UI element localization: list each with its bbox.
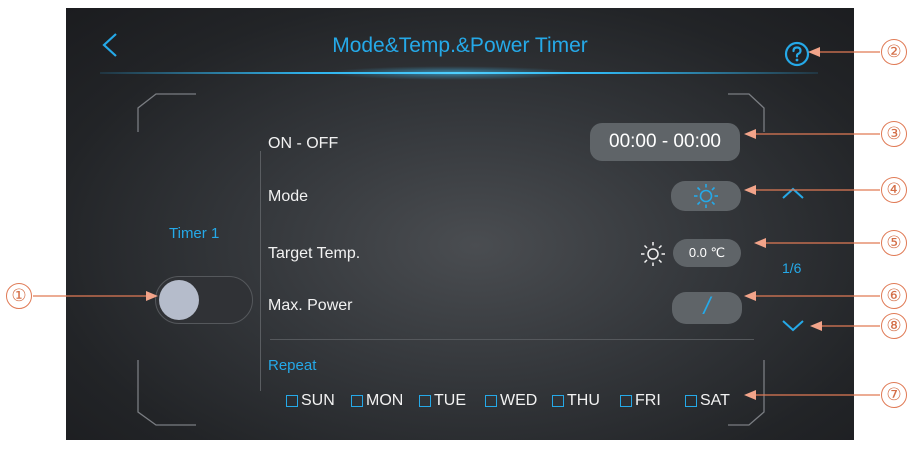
checkbox-icon	[419, 395, 431, 407]
help-button[interactable]	[784, 41, 810, 67]
day-label: SAT	[700, 392, 730, 409]
chevron-down-icon	[782, 320, 804, 332]
day-label: MON	[366, 392, 404, 409]
mode-label: Mode	[268, 188, 309, 205]
checkbox-icon	[685, 395, 697, 407]
repeat-days: SUN MON TUE WED THU FRI SAT	[286, 392, 756, 412]
checkbox-icon	[620, 395, 632, 407]
callout-8: ⑧	[881, 313, 907, 339]
target-temp-button[interactable]: 0.0 ℃	[673, 239, 741, 267]
checkbox-icon	[552, 395, 564, 407]
title-divider	[100, 72, 818, 74]
on-off-label: ON - OFF	[268, 135, 339, 152]
callout-3: ③	[881, 121, 907, 147]
day-label: TUE	[434, 392, 466, 409]
toggle-knob	[159, 280, 199, 320]
callout-7: ⑦	[881, 382, 907, 408]
callout-2: ②	[881, 39, 907, 65]
callout-4: ④	[881, 177, 907, 203]
sun-icon	[641, 242, 665, 266]
day-label: WED	[500, 392, 538, 409]
callout-6: ⑥	[881, 283, 907, 309]
checkbox-icon	[351, 395, 363, 407]
page-indicator: 1/6	[782, 260, 802, 276]
day-label: FRI	[635, 392, 661, 409]
title-bar: Mode&Temp.&Power Timer	[66, 8, 854, 80]
question-circle-icon	[784, 41, 810, 67]
callout-1: ①	[6, 283, 32, 309]
callout-5: ⑤	[881, 230, 907, 256]
page-up-button[interactable]	[781, 186, 805, 200]
timer-toggle[interactable]	[155, 276, 253, 324]
on-off-time-button[interactable]: 00:00 - 00:00	[590, 123, 740, 161]
mode-button[interactable]	[671, 181, 741, 211]
target-temp-label: Target Temp.	[268, 245, 361, 262]
max-power-button[interactable]: /	[672, 292, 742, 324]
day-label: THU	[567, 392, 600, 409]
sun-icon	[694, 184, 718, 208]
max-power-label: Max. Power	[268, 297, 353, 314]
page-title: Mode&Temp.&Power Timer	[332, 34, 588, 57]
checkbox-icon	[286, 395, 298, 407]
day-label: SUN	[301, 392, 335, 409]
checkbox-icon	[485, 395, 497, 407]
chevron-up-icon	[782, 187, 804, 199]
max-power-value: /	[703, 293, 711, 320]
page-down-button[interactable]	[781, 319, 805, 333]
timer-label: Timer 1	[169, 225, 220, 242]
section-divider	[270, 339, 754, 340]
repeat-label: Repeat	[268, 357, 317, 374]
timer-screen: Mode&Temp.&Power Timer Timer 1 ON - OFF …	[66, 8, 854, 440]
vertical-divider	[260, 151, 261, 391]
